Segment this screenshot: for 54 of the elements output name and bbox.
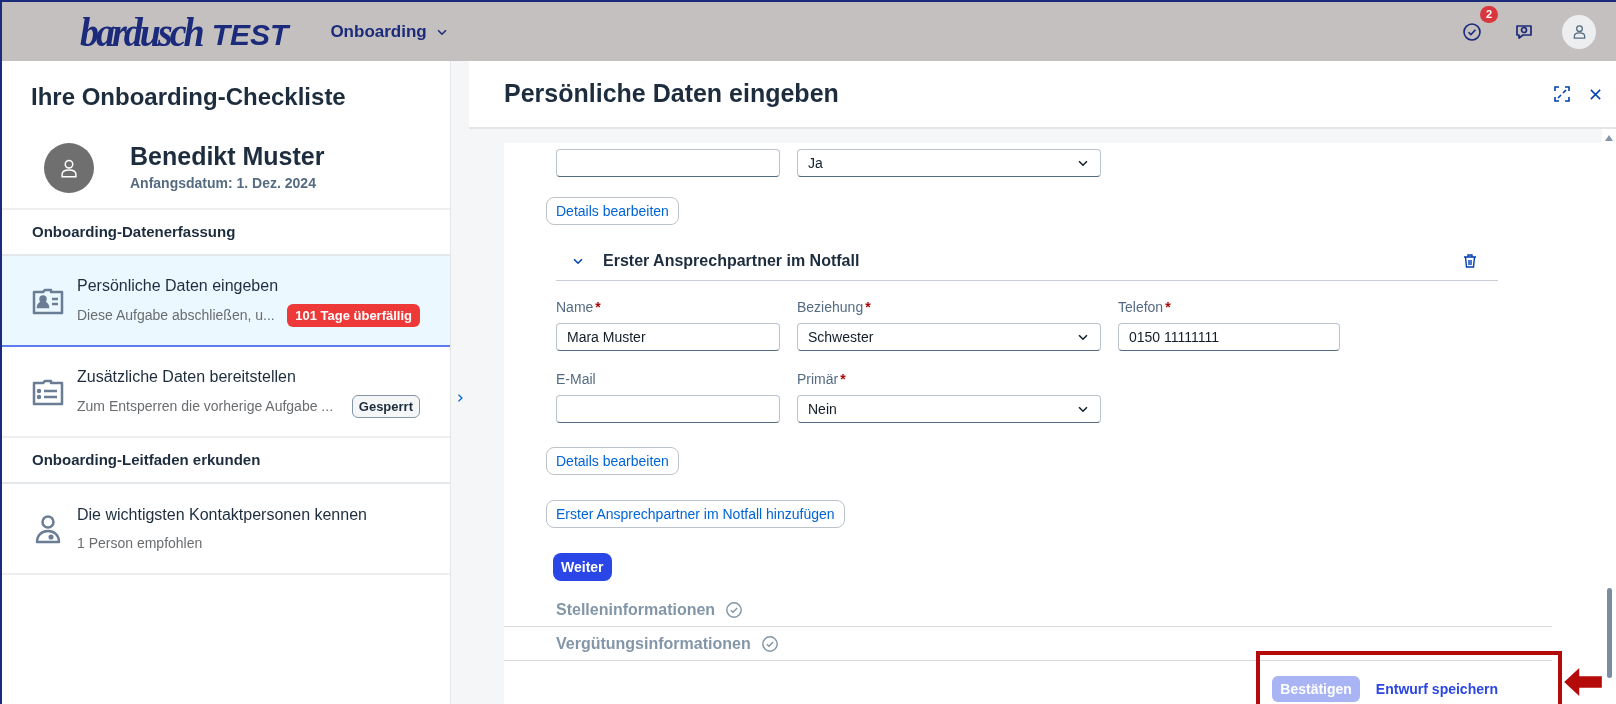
field-label: E-Mail: [556, 371, 596, 387]
input-field[interactable]: Mara Muster: [556, 323, 780, 351]
field-label: Beziehung: [797, 299, 864, 315]
field-label: Primär: [797, 371, 839, 387]
field-label: Name: [556, 299, 594, 315]
input-field[interactable]: [556, 149, 780, 177]
close-button[interactable]: [1589, 87, 1602, 101]
save-draft-button[interactable]: Entwurf speichern: [1367, 676, 1506, 702]
item-subtitle: 1 Person empfohlen: [77, 534, 203, 553]
panel-title: Persönliche Daten eingeben: [504, 78, 839, 110]
arrow-icon: [1564, 666, 1602, 698]
avatar-button[interactable]: [1562, 14, 1596, 49]
step-title: Stelleninformationen: [556, 599, 716, 620]
next-button[interactable]: Weiter: [553, 553, 612, 581]
logo[interactable]: bardusch TEST: [80, 12, 289, 51]
edit-details-button[interactable]: Details bearbeiten: [546, 447, 679, 475]
checklist-item[interactable]: Persönliche Daten eingeben Diese Aufgabe abschließen, u... 101 Tage überfällig: [2, 256, 450, 347]
person-name: Benedikt Muster: [130, 141, 325, 173]
close-icon: [1589, 87, 1602, 101]
scrollbar[interactable]: [1602, 129, 1616, 704]
required-mark: *: [865, 299, 871, 315]
required-mark: *: [840, 371, 846, 387]
item-subtitle: Diese Aufgabe abschließen, u...: [77, 306, 275, 325]
delete-button[interactable]: [1462, 252, 1478, 269]
input-field[interactable]: [556, 395, 780, 423]
notification-badge: 2: [1479, 5, 1498, 23]
item-title: Die wichtigsten Kontaktpersonen kennen: [77, 505, 368, 525]
fullscreen-button[interactable]: [1553, 85, 1571, 103]
required-mark: *: [595, 299, 601, 315]
required-mark: *: [1165, 299, 1171, 315]
field-label: Telefon: [1118, 299, 1164, 315]
item-title: Zusätzliche Daten bereitstellen: [77, 366, 297, 387]
select-field[interactable]: Schwester: [797, 323, 1101, 351]
check-circle-icon: [760, 634, 779, 653]
trash-icon: [1462, 252, 1478, 269]
select-field[interactable]: Nein: [797, 395, 1101, 423]
select-field[interactable]: Ja: [797, 149, 1101, 177]
checklist-title: Ihre Onboarding-Checkliste: [30, 82, 347, 112]
overdue-badge: 101 Tage überfällig: [287, 303, 420, 328]
item-title: Persönliche Daten eingeben: [77, 275, 280, 296]
section-title: Erster Ansprechpartner im Notfall: [603, 250, 860, 271]
edit-details-button[interactable]: Details bearbeiten: [546, 197, 679, 225]
expand-icon: [1553, 85, 1571, 103]
locked-badge: Gesperrt: [351, 394, 420, 419]
check-circle-icon: [725, 600, 744, 619]
start-date: Anfangsdatum: 1. Dez. 2024: [130, 173, 317, 193]
check-circle-icon: [1462, 21, 1482, 42]
item-subtitle: Zum Entsperren die vorherige Aufgabe ...: [77, 397, 334, 416]
input-field[interactable]: 0150 11111111: [1118, 323, 1340, 351]
onboarding-menu[interactable]: Onboarding: [330, 18, 449, 45]
user-icon: [59, 157, 79, 178]
add-contact-button[interactable]: Erster Ansprechpartner im Notfall hinzufügen: [546, 500, 845, 528]
step-title: Vergütungsinformationen: [556, 633, 751, 654]
user-icon: [1571, 24, 1587, 39]
